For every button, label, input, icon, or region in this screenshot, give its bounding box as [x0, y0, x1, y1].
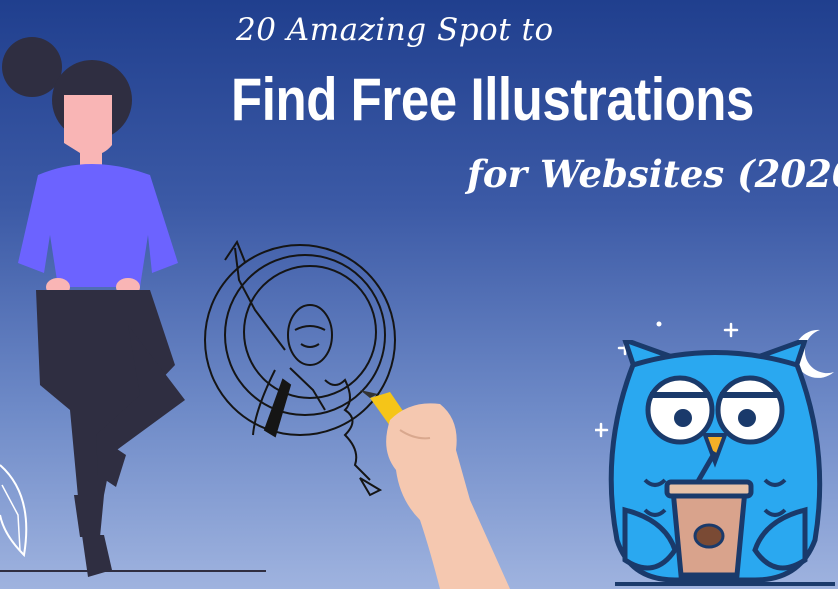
leaf-icon — [0, 464, 28, 558]
ground-line — [0, 570, 266, 572]
owl-with-coffee-illustration — [608, 340, 835, 586]
blog-banner: 20 Amazing Spot to Find Free Illustratio… — [0, 0, 838, 589]
banner-subtitle-bottom: for Websites (2020) — [467, 152, 838, 196]
hand-with-pencil — [360, 390, 510, 589]
banner-subtitle-top: 20 Amazing Spot to — [236, 12, 554, 48]
banner-title: Find Free Illustrations — [231, 66, 754, 133]
